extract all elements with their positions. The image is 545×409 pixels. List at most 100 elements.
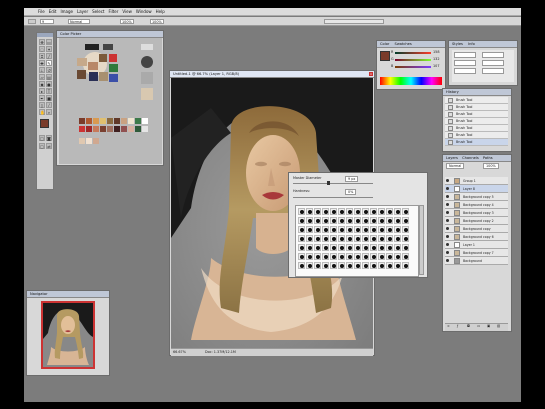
path-selection-icon[interactable]: ▸ bbox=[39, 88, 45, 94]
brush-tip[interactable] bbox=[354, 262, 361, 269]
workspace-field[interactable] bbox=[324, 19, 384, 24]
brush-tip[interactable] bbox=[394, 244, 401, 251]
brush-tip[interactable] bbox=[378, 244, 385, 251]
brush-tip[interactable] bbox=[322, 244, 329, 251]
color-panel-foreground[interactable] bbox=[380, 51, 390, 61]
marquee-tool-icon[interactable]: ▭ bbox=[46, 39, 52, 45]
brush-tip[interactable] bbox=[346, 262, 353, 269]
brush-tip[interactable] bbox=[362, 253, 369, 260]
brush-tip[interactable] bbox=[314, 262, 321, 269]
tab-layers[interactable]: Layers bbox=[446, 156, 458, 160]
brush-grid-scrollbar[interactable] bbox=[419, 205, 424, 275]
history-item[interactable]: Brush Tool bbox=[445, 132, 508, 139]
swatch-grid-23[interactable] bbox=[93, 138, 99, 144]
quick-mask-icon[interactable]: ◙ bbox=[46, 135, 52, 141]
brush-tip[interactable] bbox=[338, 253, 345, 260]
brush-tip[interactable] bbox=[354, 253, 361, 260]
menu-view[interactable]: View bbox=[122, 9, 132, 14]
brush-tip[interactable] bbox=[346, 253, 353, 260]
visibility-eye-icon[interactable] bbox=[446, 179, 449, 182]
visibility-eye-icon[interactable] bbox=[446, 195, 449, 198]
history-brush-icon[interactable]: ↺ bbox=[46, 67, 52, 73]
hardness-slider-track[interactable] bbox=[293, 197, 373, 198]
zoom-tool-icon[interactable]: ⌕ bbox=[46, 109, 52, 115]
brush-tip[interactable] bbox=[314, 217, 321, 224]
magic-wand-tool-icon[interactable]: ✦ bbox=[46, 46, 52, 52]
tab-paths[interactable]: Paths bbox=[483, 156, 493, 160]
menu-image[interactable]: Image bbox=[60, 9, 73, 14]
brush-tip[interactable] bbox=[346, 208, 353, 215]
menu-filter[interactable]: Filter bbox=[108, 9, 118, 14]
brush-tip[interactable] bbox=[314, 253, 321, 260]
brush-tip[interactable] bbox=[330, 262, 337, 269]
tab-channels[interactable]: Channels bbox=[462, 156, 479, 160]
layer-row[interactable]: Background bbox=[445, 257, 508, 265]
move-tool-icon[interactable]: ✥ bbox=[39, 39, 45, 45]
brush-tip[interactable] bbox=[354, 226, 361, 233]
brush-tip[interactable] bbox=[306, 262, 313, 269]
diameter-slider-thumb[interactable] bbox=[327, 181, 330, 185]
brush-tip[interactable] bbox=[298, 253, 305, 260]
new-layer-icon[interactable]: ▣ bbox=[487, 324, 490, 328]
visibility-eye-icon[interactable] bbox=[446, 227, 449, 230]
brush-tip[interactable] bbox=[338, 262, 345, 269]
brush-tip[interactable] bbox=[322, 217, 329, 224]
menu-layer[interactable]: Layer bbox=[77, 9, 88, 14]
tab-color[interactable]: Color bbox=[380, 42, 389, 46]
swatch-grid-4[interactable] bbox=[100, 118, 106, 124]
brush-tip[interactable] bbox=[394, 217, 401, 224]
brush-tip[interactable] bbox=[394, 208, 401, 215]
brush-tool-preset-icon[interactable] bbox=[28, 19, 36, 24]
styles-field-1[interactable] bbox=[454, 52, 476, 58]
brush-tip[interactable] bbox=[330, 208, 337, 215]
standard-mode-icon[interactable]: □ bbox=[39, 135, 45, 141]
layer-row[interactable]: Background copy 2 bbox=[445, 217, 508, 225]
hardness-field[interactable]: 0% bbox=[345, 189, 357, 195]
color-spectrum-bar[interactable] bbox=[380, 77, 442, 85]
g-slider[interactable] bbox=[395, 59, 431, 61]
tab-styles[interactable]: Styles bbox=[452, 42, 463, 46]
brush-tip[interactable] bbox=[354, 244, 361, 251]
menu-select[interactable]: Select bbox=[92, 9, 104, 14]
swatch-grid-15[interactable] bbox=[107, 126, 113, 132]
history-item[interactable]: Brush Tool bbox=[445, 97, 508, 104]
trash-icon[interactable]: ▥ bbox=[497, 324, 500, 328]
swatch-grid-1[interactable] bbox=[79, 118, 85, 124]
layer-opacity-field[interactable]: 100% bbox=[483, 163, 499, 169]
swatch-grid-10[interactable] bbox=[142, 118, 148, 124]
brush-tip[interactable] bbox=[386, 226, 393, 233]
brush-tip[interactable] bbox=[394, 235, 401, 242]
swatch-grid-12[interactable] bbox=[86, 126, 92, 132]
brush-tip[interactable] bbox=[362, 235, 369, 242]
history-item[interactable]: Brush Tool bbox=[445, 111, 508, 118]
brush-tip[interactable] bbox=[362, 217, 369, 224]
swatch-grid-21[interactable] bbox=[79, 138, 85, 144]
zoom-readout[interactable]: 66.67% bbox=[173, 350, 186, 354]
swatch-grid-8[interactable] bbox=[128, 118, 134, 124]
healing-brush-icon[interactable]: ✚ bbox=[39, 60, 45, 66]
diameter-slider-track[interactable] bbox=[293, 183, 373, 184]
brush-tip[interactable] bbox=[346, 226, 353, 233]
history-item[interactable]: Brush Tool bbox=[445, 118, 508, 125]
brush-tip[interactable] bbox=[402, 217, 409, 224]
layer-row[interactable]: Background copy 6 bbox=[445, 233, 508, 241]
layer-row[interactable]: Background copy 3 bbox=[445, 209, 508, 217]
brush-tip[interactable] bbox=[330, 244, 337, 251]
brush-tip[interactable] bbox=[386, 208, 393, 215]
brush-tip[interactable] bbox=[314, 208, 321, 215]
brush-tip[interactable] bbox=[362, 208, 369, 215]
gradient-tool-icon[interactable]: ▤ bbox=[46, 74, 52, 80]
brush-tip[interactable] bbox=[298, 208, 305, 215]
brush-tip[interactable] bbox=[306, 244, 313, 251]
link-layers-icon[interactable]: ∞ bbox=[447, 324, 450, 328]
dodge-tool-icon[interactable]: ● bbox=[46, 81, 52, 87]
hand-tool-icon[interactable]: ✋ bbox=[39, 109, 45, 115]
tab-info[interactable]: Info bbox=[468, 42, 475, 46]
styles-field-6[interactable] bbox=[482, 68, 504, 74]
brush-tip[interactable] bbox=[338, 244, 345, 251]
brush-tip[interactable] bbox=[338, 208, 345, 215]
layer-blend-mode-select[interactable]: Normal bbox=[446, 163, 465, 169]
swatch-grid-13[interactable] bbox=[93, 126, 99, 132]
brush-tip[interactable] bbox=[394, 253, 401, 260]
brush-tip[interactable] bbox=[298, 226, 305, 233]
